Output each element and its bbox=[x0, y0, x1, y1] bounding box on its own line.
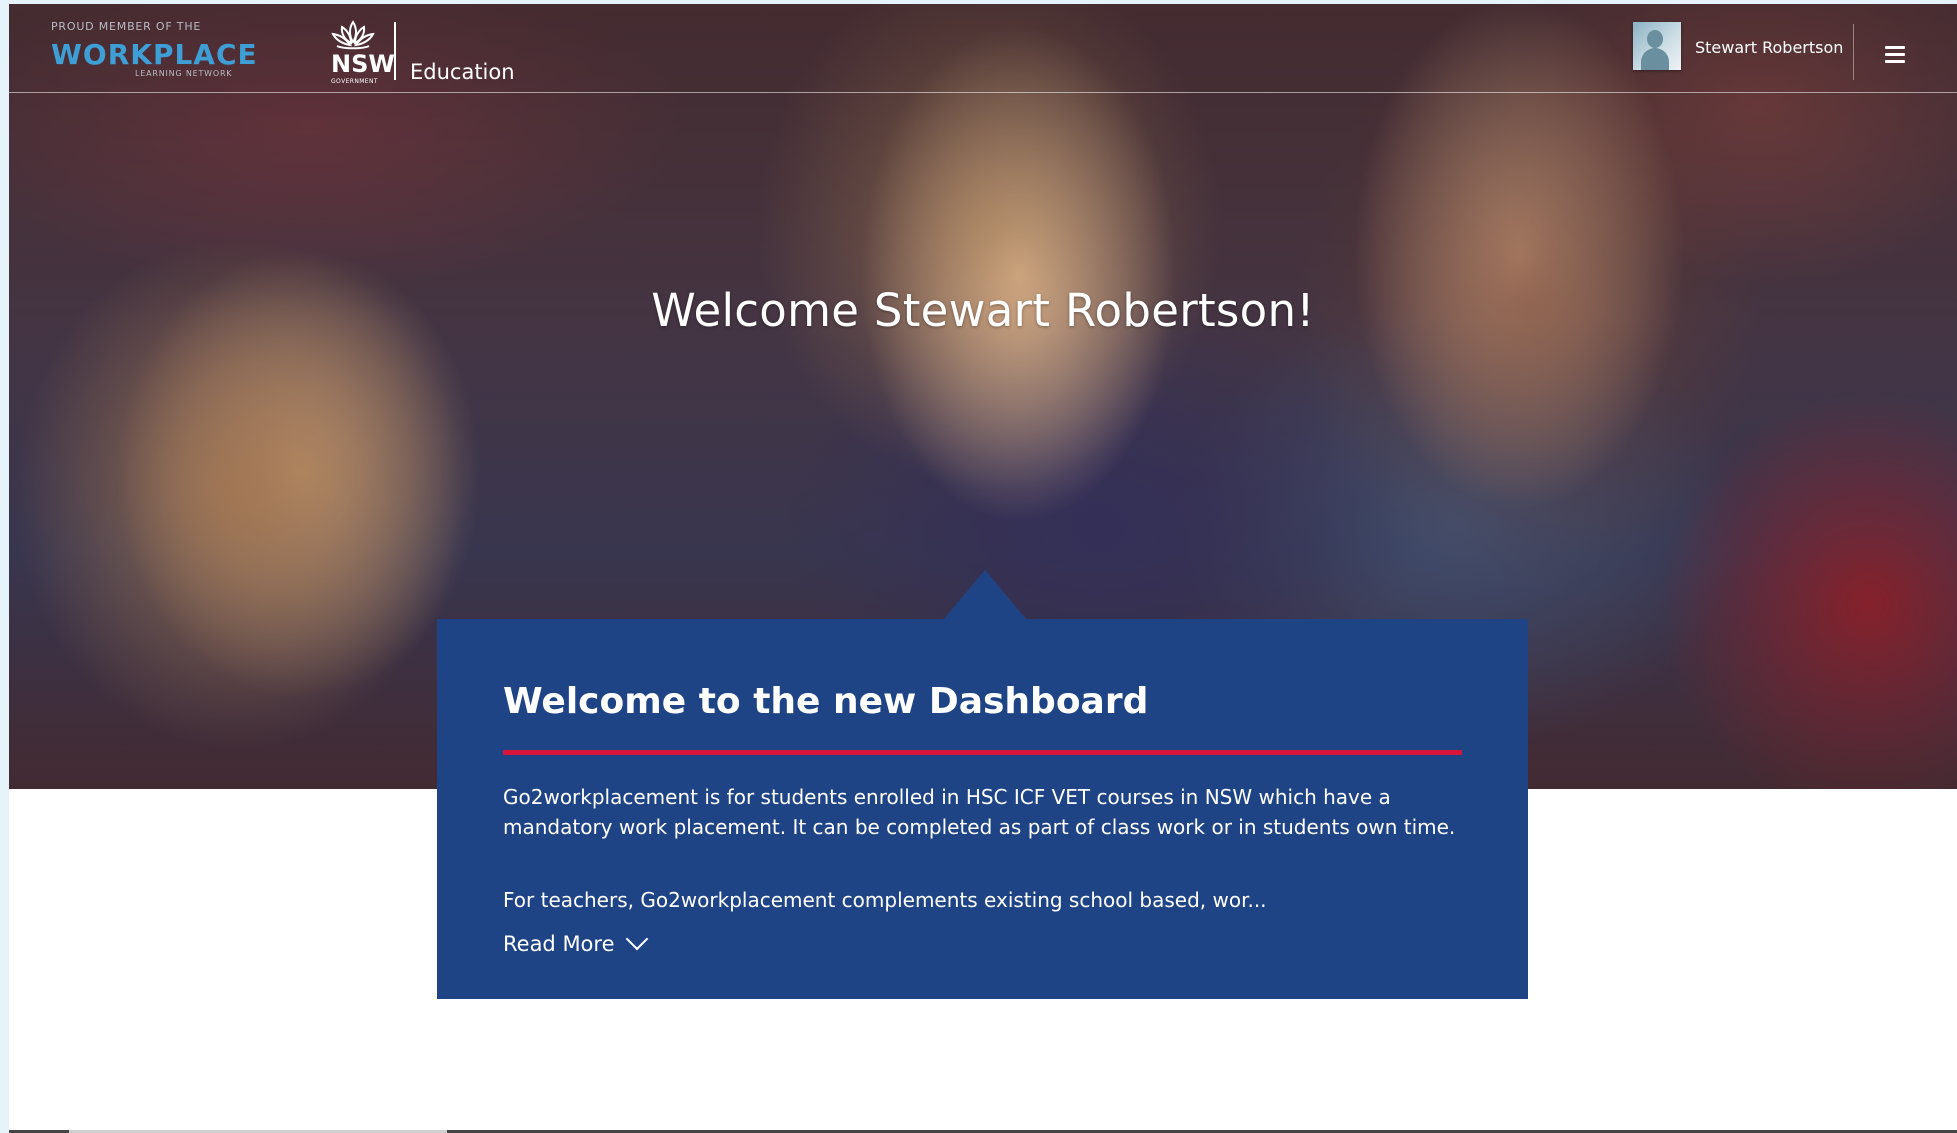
site-header: PROUD MEMBER OF THE WORKPLACE LEARNING N… bbox=[9, 4, 1957, 93]
read-more-button[interactable]: Read More bbox=[503, 927, 648, 956]
card-pointer bbox=[943, 570, 1027, 620]
nsw-logo-sub-text: GOVERNMENT bbox=[331, 78, 378, 85]
card-title: Welcome to the new Dashboard bbox=[503, 681, 1149, 722]
chevron-down-icon bbox=[625, 927, 648, 951]
avatar-body-shape bbox=[1641, 48, 1669, 70]
menu-line bbox=[1885, 60, 1905, 63]
logo-sub-text: LEARNING NETWORK bbox=[135, 69, 233, 78]
hamburger-menu-icon[interactable] bbox=[1885, 46, 1905, 64]
logo-main-text: WORKPLACE bbox=[51, 38, 258, 71]
card-accent-rule bbox=[503, 750, 1462, 755]
logo-top-line: PROUD MEMBER OF THE bbox=[51, 20, 202, 33]
avatar-head-shape bbox=[1647, 30, 1663, 48]
workplace-learning-network-logo[interactable]: PROUD MEMBER OF THE WORKPLACE LEARNING N… bbox=[51, 16, 261, 82]
user-avatar[interactable] bbox=[1633, 22, 1681, 70]
dashboard-welcome-card: Welcome to the new Dashboard Go2workplac… bbox=[437, 619, 1528, 999]
nsw-logo-text: NSW bbox=[331, 50, 395, 78]
header-divider bbox=[1853, 24, 1854, 80]
waratah-icon bbox=[331, 20, 375, 50]
user-name-link[interactable]: Stewart Robertson bbox=[1695, 38, 1843, 57]
logo-divider bbox=[394, 22, 396, 80]
card-paragraph-2: For teachers, Go2workplacement complemen… bbox=[503, 888, 1267, 912]
department-label: Education bbox=[410, 60, 515, 84]
hero-welcome-title: Welcome Stewart Robertson! bbox=[651, 284, 1315, 337]
page: Welcome Stewart Robertson! PROUD MEMBER … bbox=[9, 4, 1957, 1133]
nsw-government-logo[interactable]: NSW GOVERNMENT bbox=[319, 18, 395, 85]
read-more-label: Read More bbox=[503, 932, 615, 956]
card-paragraph-1: Go2workplacement is for students enrolle… bbox=[503, 785, 1456, 839]
menu-line bbox=[1885, 53, 1905, 56]
menu-line bbox=[1885, 46, 1905, 49]
